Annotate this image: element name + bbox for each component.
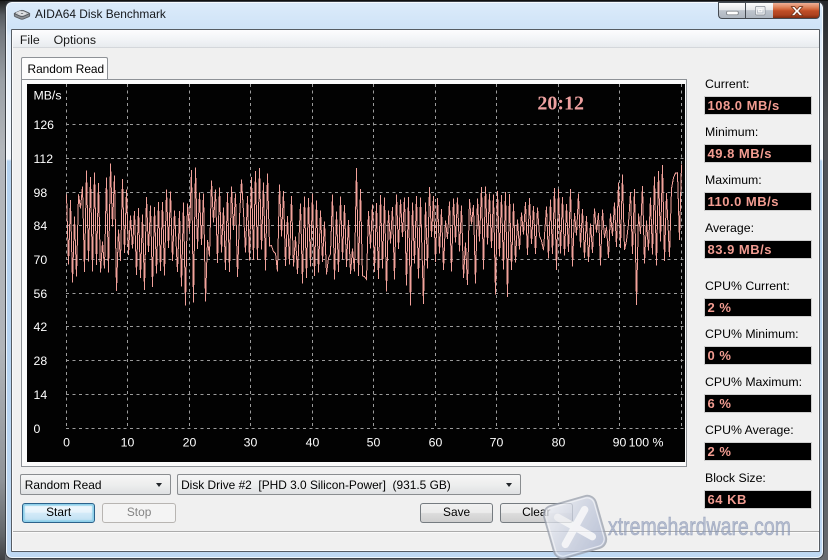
svg-text:0: 0 [34, 422, 41, 436]
svg-text:70: 70 [34, 253, 48, 267]
svg-text:80: 80 [552, 436, 566, 450]
svg-text:14: 14 [34, 388, 48, 402]
svg-text:60: 60 [429, 436, 443, 450]
svg-text:40: 40 [306, 436, 320, 450]
svg-text:56: 56 [34, 287, 48, 301]
svg-text:100 %: 100 % [629, 436, 664, 450]
svg-text:126: 126 [34, 118, 55, 132]
svg-text:20:12: 20:12 [538, 93, 585, 115]
svg-text:10: 10 [121, 436, 135, 450]
svg-text:98: 98 [34, 186, 48, 200]
svg-text:50: 50 [367, 436, 381, 450]
svg-text:30: 30 [244, 436, 258, 450]
svg-text:90: 90 [613, 436, 627, 450]
svg-text:112: 112 [34, 152, 54, 166]
svg-text:20: 20 [183, 436, 197, 450]
svg-text:28: 28 [34, 354, 48, 368]
svg-text:0: 0 [63, 436, 70, 450]
svg-text:70: 70 [490, 436, 504, 450]
svg-text:MB/s: MB/s [34, 89, 62, 103]
svg-text:84: 84 [34, 219, 48, 233]
svg-text:42: 42 [34, 320, 48, 334]
svg-text:xtremehardware.com: xtremehardware.com [608, 513, 791, 541]
